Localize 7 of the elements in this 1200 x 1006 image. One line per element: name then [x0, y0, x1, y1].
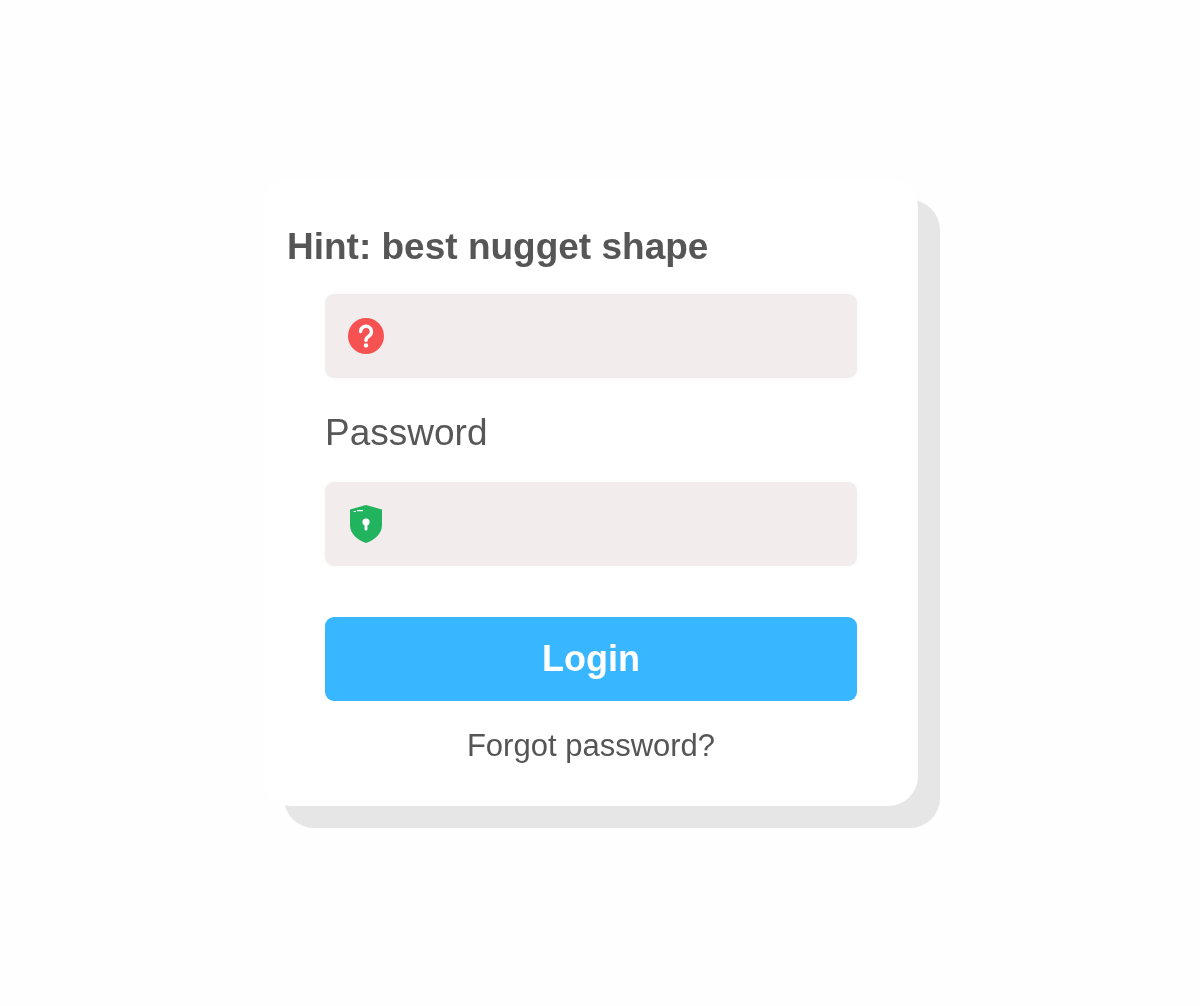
- hint-heading: Hint: best nugget shape: [287, 226, 710, 268]
- answer-field[interactable]: [325, 294, 857, 378]
- password-field[interactable]: [325, 482, 857, 566]
- shield-keyhole-icon: [350, 505, 382, 543]
- question-icon: [348, 318, 384, 354]
- field-label: Password: [325, 412, 489, 454]
- forgot-password-link[interactable]: Forgot password?: [466, 728, 716, 763]
